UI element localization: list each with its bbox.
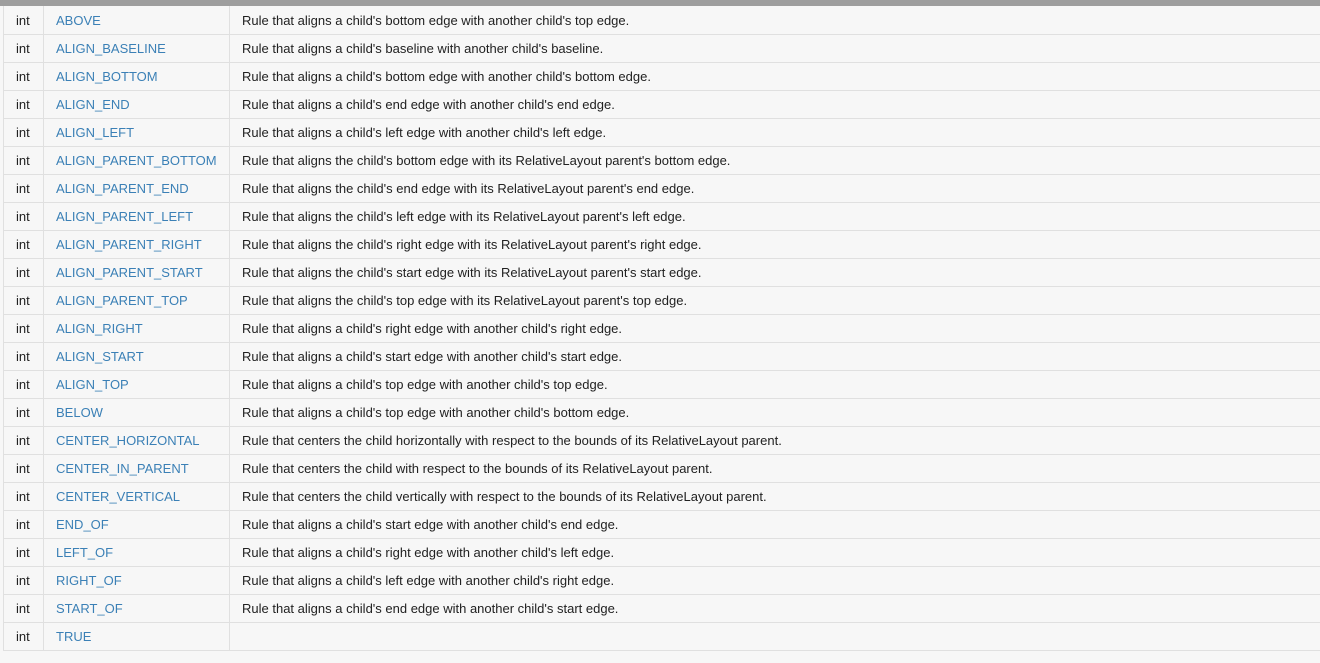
table-row: int ALIGN_RIGHT Rule that aligns a child… [4,315,1320,343]
constant-type: int [4,119,44,146]
constant-name-link[interactable]: CENTER_VERTICAL [44,483,230,510]
table-row: int ALIGN_PARENT_BOTTOM Rule that aligns… [4,147,1320,175]
constant-name-link[interactable]: ALIGN_END [44,91,230,118]
table-row: int ALIGN_PARENT_RIGHT Rule that aligns … [4,231,1320,259]
constant-name-link[interactable]: ABOVE [44,6,230,34]
constant-type: int [4,287,44,314]
constant-name-link[interactable]: ALIGN_PARENT_END [44,175,230,202]
constant-name-link[interactable]: START_OF [44,595,230,622]
constant-description: Rule that aligns a child's start edge wi… [242,517,619,532]
constant-name-link[interactable]: ALIGN_PARENT_BOTTOM [44,147,230,174]
constant-name-link[interactable]: ALIGN_RIGHT [44,315,230,342]
constant-type: int [4,371,44,398]
table-row: int ALIGN_PARENT_START Rule that aligns … [4,259,1320,287]
constant-description: Rule that aligns the child's left edge w… [242,209,686,224]
constant-name-link[interactable]: ALIGN_PARENT_START [44,259,230,286]
constant-name-link[interactable]: ALIGN_PARENT_LEFT [44,203,230,230]
constant-name-link[interactable]: END_OF [44,511,230,538]
constant-type: int [4,511,44,538]
table-row: int END_OF Rule that aligns a child's st… [4,511,1320,539]
constant-type: int [4,539,44,566]
constant-type: int [4,483,44,510]
constant-type: int [4,315,44,342]
constant-name-link[interactable]: ALIGN_PARENT_RIGHT [44,231,230,258]
constant-description: Rule that aligns a child's top edge with… [242,377,608,392]
constant-type: int [4,567,44,594]
constant-type: int [4,91,44,118]
constant-type: int [4,203,44,230]
constant-description: Rule that aligns a child's start edge wi… [242,349,623,364]
constant-description: Rule that aligns a child's bottom edge w… [242,12,630,28]
constant-type: int [4,343,44,370]
constant-type: int [4,63,44,90]
constant-description: Rule that aligns a child's baseline with… [242,41,604,56]
table-row: int RIGHT_OF Rule that aligns a child's … [4,567,1320,595]
table-row: int BELOW Rule that aligns a child's top… [4,399,1320,427]
constant-description: Rule that aligns the child's right edge … [242,237,702,252]
table-row: int TRUE [4,623,1320,651]
table-row: int ALIGN_START Rule that aligns a child… [4,343,1320,371]
constant-name-link[interactable]: BELOW [44,399,230,426]
constant-type: int [4,6,44,34]
constant-description: Rule that aligns the child's end edge wi… [242,181,695,196]
constant-description: Rule that centers the child vertically w… [242,489,767,504]
constant-description: Rule that aligns a child's left edge wit… [242,125,607,140]
table-row: int ALIGN_BASELINE Rule that aligns a ch… [4,35,1320,63]
table-row: int LEFT_OF Rule that aligns a child's r… [4,539,1320,567]
table-row: int CENTER_IN_PARENT Rule that centers t… [4,455,1320,483]
constant-description: Rule that aligns a child's left edge wit… [242,573,615,588]
constant-type: int [4,147,44,174]
constant-name-link[interactable]: ALIGN_TOP [44,371,230,398]
table-row: int START_OF Rule that aligns a child's … [4,595,1320,623]
constant-description: Rule that aligns the child's bottom edge… [242,153,731,168]
constant-name-link[interactable]: ALIGN_BOTTOM [44,63,230,90]
table-row: int ALIGN_LEFT Rule that aligns a child'… [4,119,1320,147]
constant-type: int [4,35,44,62]
constant-description: Rule that aligns the child's top edge wi… [242,293,688,308]
constant-name-link[interactable]: ALIGN_START [44,343,230,370]
table-row: int ALIGN_BOTTOM Rule that aligns a chil… [4,63,1320,91]
table-row: int ALIGN_PARENT_LEFT Rule that aligns t… [4,203,1320,231]
constants-table: int ABOVE Rule that aligns a child's bot… [3,6,1320,651]
constant-name-link[interactable]: CENTER_IN_PARENT [44,455,230,482]
constant-name-link[interactable]: LEFT_OF [44,539,230,566]
constant-description: Rule that centers the child horizontally… [242,433,782,448]
constant-name-link[interactable]: RIGHT_OF [44,567,230,594]
constant-description: Rule that aligns a child's top edge with… [242,405,630,420]
table-row: int CENTER_HORIZONTAL Rule that centers … [4,427,1320,455]
constant-name-link[interactable]: CENTER_HORIZONTAL [44,427,230,454]
constant-description: Rule that aligns a child's end edge with… [242,97,615,112]
constant-type: int [4,175,44,202]
constant-type: int [4,231,44,258]
constant-type: int [4,427,44,454]
constant-name-link[interactable]: ALIGN_BASELINE [44,35,230,62]
constant-name-link[interactable]: TRUE [44,623,230,650]
table-row: int ALIGN_PARENT_TOP Rule that aligns th… [4,287,1320,315]
constant-description: Rule that aligns a child's right edge wi… [242,545,615,560]
constant-type: int [4,259,44,286]
constant-type: int [4,399,44,426]
constant-description: Rule that aligns a child's right edge wi… [242,321,623,336]
table-row: int CENTER_VERTICAL Rule that centers th… [4,483,1320,511]
constant-description: Rule that aligns a child's end edge with… [242,601,619,616]
constant-type: int [4,623,44,650]
table-row: int ABOVE Rule that aligns a child's bot… [4,6,1320,35]
constant-description: Rule that aligns a child's bottom edge w… [242,69,651,84]
table-row: int ALIGN_PARENT_END Rule that aligns th… [4,175,1320,203]
constant-description: Rule that centers the child with respect… [242,461,713,476]
constant-type: int [4,595,44,622]
constant-type: int [4,455,44,482]
constant-name-link[interactable]: ALIGN_LEFT [44,119,230,146]
table-row: int ALIGN_END Rule that aligns a child's… [4,91,1320,119]
constant-description [230,623,1320,650]
constant-name-link[interactable]: ALIGN_PARENT_TOP [44,287,230,314]
table-row: int ALIGN_TOP Rule that aligns a child's… [4,371,1320,399]
constant-description: Rule that aligns the child's start edge … [242,265,702,280]
